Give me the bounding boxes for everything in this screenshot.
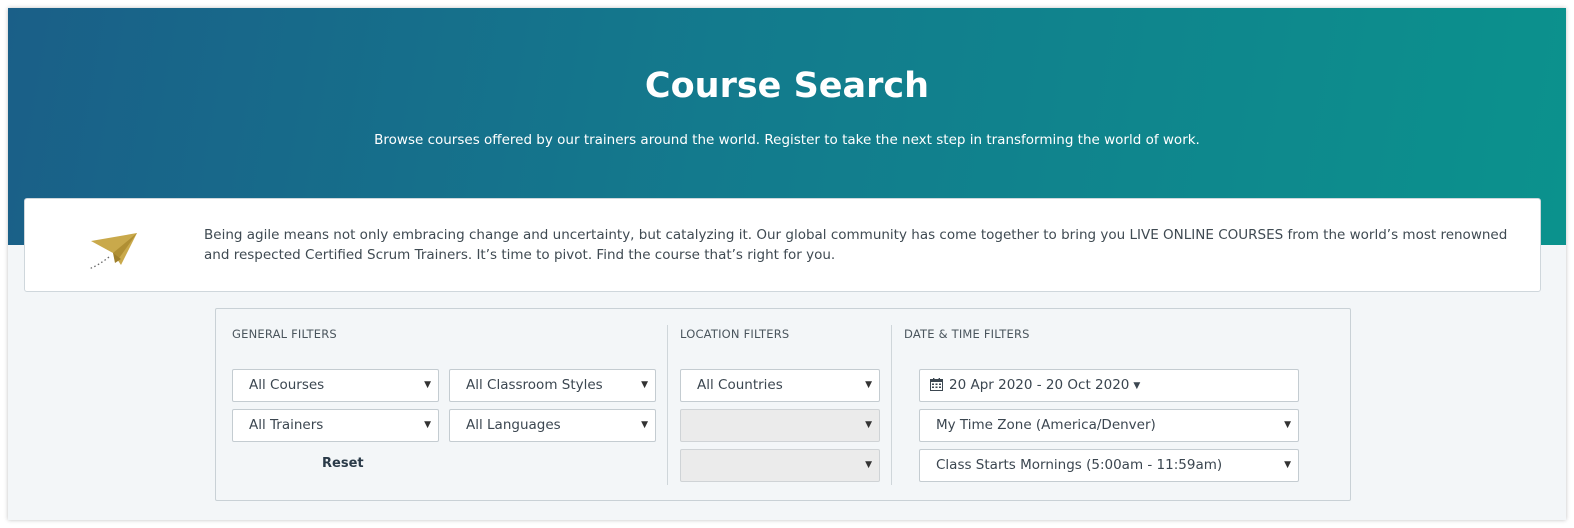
divider <box>667 325 668 485</box>
class-starts-select[interactable]: Class Starts Mornings (5:00am - 11:59am)… <box>919 449 1299 482</box>
city-select[interactable]: ▼ <box>680 449 880 482</box>
time-zone-select-value: My Time Zone (America/Denver) <box>936 417 1156 433</box>
courses-select[interactable]: All Courses ▼ <box>232 369 439 402</box>
chevron-down-icon: ▼ <box>1284 420 1291 430</box>
chevron-down-icon: ▼ <box>1284 460 1291 470</box>
chevron-down-icon: ▼ <box>641 420 648 430</box>
live-online-notice: Being agile means not only embracing cha… <box>24 198 1541 292</box>
time-zone-select[interactable]: My Time Zone (America/Denver) ▼ <box>919 409 1299 442</box>
chevron-down-icon: ▼ <box>424 380 431 390</box>
courses-select-value: All Courses <box>249 377 325 393</box>
date-range-picker[interactable]: 20 Apr 2020 - 20 Oct 2020 ▼ <box>919 369 1299 402</box>
trainers-select[interactable]: All Trainers ▼ <box>232 409 439 442</box>
page-title: Course Search <box>644 66 930 106</box>
page-subtitle: Browse courses offered by our trainers a… <box>374 132 1200 148</box>
countries-select-value: All Countries <box>697 377 783 393</box>
countries-select[interactable]: All Countries ▼ <box>680 369 880 402</box>
notice-text: Being agile means not only embracing cha… <box>204 227 1508 263</box>
chevron-down-icon: ▼ <box>641 380 648 390</box>
filter-panel: GENERAL FILTERS All Courses ▼ All Classr… <box>215 308 1351 501</box>
calendar-icon <box>930 378 943 391</box>
caret-down-icon: ▼ <box>1133 381 1141 391</box>
chevron-down-icon: ▼ <box>865 380 872 390</box>
chevron-down-icon: ▼ <box>865 460 872 470</box>
chevron-down-icon: ▼ <box>424 420 431 430</box>
datetime-filters-label: DATE & TIME FILTERS <box>904 327 1030 341</box>
region-select[interactable]: ▼ <box>680 409 880 442</box>
general-filters-label: GENERAL FILTERS <box>232 327 337 341</box>
classroom-styles-select-value: All Classroom Styles <box>466 377 603 393</box>
page-frame: Course Search Browse courses offered by … <box>8 8 1566 520</box>
date-range-value: 20 Apr 2020 - 20 Oct 2020 <box>949 377 1130 393</box>
chevron-down-icon: ▼ <box>865 420 872 430</box>
class-starts-select-value: Class Starts Mornings (5:00am - 11:59am) <box>936 457 1223 473</box>
divider <box>891 325 892 485</box>
location-filters-label: LOCATION FILTERS <box>680 327 790 341</box>
paper-plane-icon <box>88 233 137 270</box>
classroom-styles-select[interactable]: All Classroom Styles ▼ <box>449 369 656 402</box>
reset-button[interactable]: Reset <box>322 456 364 471</box>
trainers-select-value: All Trainers <box>249 417 324 433</box>
languages-select-value: All Languages <box>466 417 561 433</box>
languages-select[interactable]: All Languages ▼ <box>449 409 656 442</box>
